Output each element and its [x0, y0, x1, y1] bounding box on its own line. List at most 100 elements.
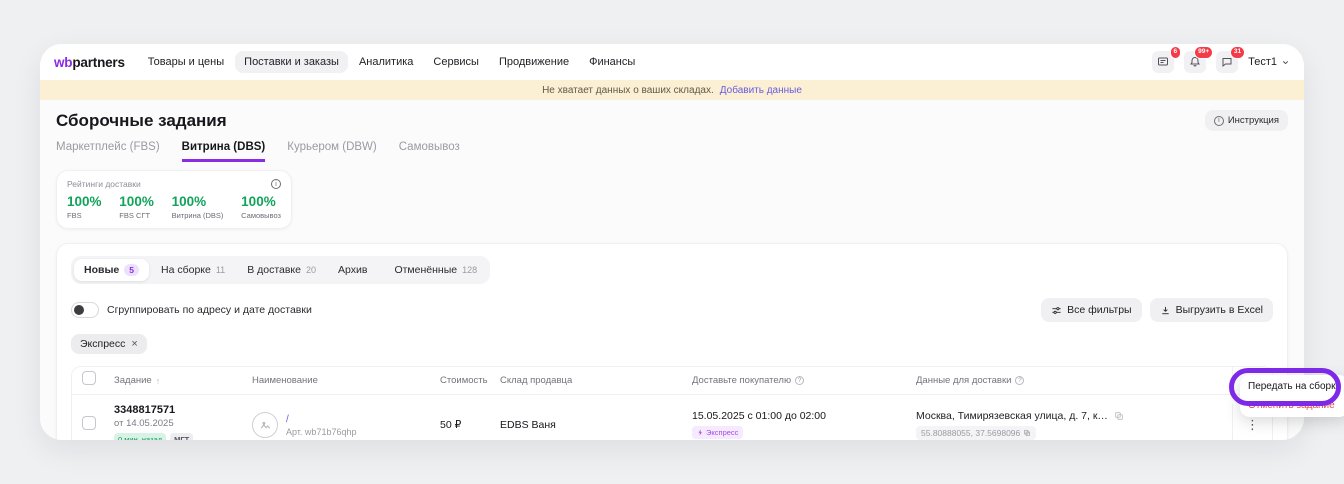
- copy-icon[interactable]: [1114, 411, 1124, 421]
- status-tab-cancelled[interactable]: Отменённые 128: [384, 259, 487, 281]
- menu-item-cancel-task[interactable]: Отменить задание: [1248, 400, 1341, 411]
- help-icon[interactable]: ?: [795, 376, 804, 385]
- banner-add-data-link[interactable]: Добавить данные: [720, 85, 802, 96]
- rating-label: FBS СГТ: [119, 211, 154, 220]
- status-tab-archive[interactable]: Архив: [328, 259, 382, 281]
- rating-value: 100%: [172, 194, 224, 209]
- nav-item-promotion[interactable]: Продвижение: [490, 51, 578, 73]
- delivery-ratings-card: Рейтинги доставки i 100% FBS 100% FBS СГ…: [56, 170, 292, 229]
- status-tab-delivering[interactable]: В доставке 20: [237, 259, 326, 281]
- copy-icon: [1023, 429, 1031, 437]
- sliders-icon: [1051, 305, 1062, 316]
- rating-fbs-sgt: 100% FBS СГТ: [119, 194, 154, 220]
- close-icon[interactable]: ×: [131, 339, 137, 350]
- tasks-table: Задание ↑ Наименование Стоимость Склад пр…: [71, 366, 1273, 440]
- coordinates-chip[interactable]: 55.80888055, 37.5698096: [916, 426, 1036, 440]
- menu-item-transfer-to-assembly[interactable]: Передать на сборку: [1248, 381, 1341, 392]
- status-tab-label: Архив: [338, 264, 367, 276]
- col-price: Стоимость: [440, 375, 500, 386]
- status-tab-count: 11: [216, 265, 225, 275]
- status-tab-label: На сборке: [161, 264, 211, 276]
- sort-icon[interactable]: ↑: [156, 376, 161, 386]
- instruction-label: Инструкция: [1228, 115, 1279, 126]
- rating-label: FBS: [67, 211, 102, 220]
- express-badge: Экспресс: [692, 426, 743, 439]
- col-task[interactable]: Задание: [114, 375, 152, 386]
- status-tab-label: В доставке: [247, 264, 301, 276]
- nav-item-goods-prices[interactable]: Товары и цены: [139, 51, 233, 73]
- group-by-address-toggle[interactable]: Сгруппировать по адресу и дате доставки: [71, 302, 312, 318]
- reviews-button[interactable]: 6: [1152, 51, 1174, 73]
- rating-pickup: 100% Самовывоз: [241, 194, 281, 220]
- table-row[interactable]: 3348817571 от 14.05.2025 0 мин. назад МГ…: [72, 395, 1272, 440]
- banner-text: Не хватает данных о ваших складах.: [542, 85, 714, 96]
- warehouse-cell: EDBS Ваня: [500, 419, 692, 431]
- select-all-checkbox[interactable]: [82, 371, 96, 385]
- app-window: wbpartners Товары и цены Поставки и зака…: [40, 44, 1304, 440]
- top-nav: wbpartners Товары и цены Поставки и зака…: [40, 44, 1304, 80]
- delivery-model-tabs: Маркетплейс (FBS) Витрина (DBS) Курьером…: [56, 141, 1288, 162]
- desktop-background: wbpartners Товары и цены Поставки и зака…: [0, 0, 1344, 484]
- rating-value: 100%: [119, 194, 154, 209]
- delivery-address: Москва, Тимирязевская улица, д. 7, к…: [916, 410, 1108, 422]
- tab-vitrina-dbs[interactable]: Витрина (DBS): [182, 141, 266, 162]
- task-id[interactable]: 3348817571: [114, 404, 244, 416]
- ratings-title: Рейтинги доставки: [67, 179, 141, 189]
- rating-label: Самовывоз: [241, 211, 281, 220]
- filter-chip-express[interactable]: Экспресс ×: [71, 334, 147, 354]
- all-filters-label: Все фильтры: [1067, 304, 1132, 316]
- col-delivery-data: Данные для доставки: [916, 375, 1011, 386]
- chat-badge: 31: [1230, 46, 1245, 59]
- chat-button[interactable]: 31: [1216, 51, 1238, 73]
- status-tab-count: 20: [306, 265, 316, 275]
- export-excel-label: Выгрузить в Excel: [1176, 304, 1263, 316]
- col-warehouse: Склад продавца: [500, 375, 692, 386]
- col-deliver: Доставьте покупателю: [692, 375, 791, 386]
- info-icon: i: [1214, 116, 1224, 126]
- rating-value: 100%: [241, 194, 281, 209]
- help-icon[interactable]: ?: [1015, 376, 1024, 385]
- notifications-button[interactable]: 99+: [1184, 51, 1206, 73]
- page-content: Сборочные задания i Инструкция Маркетпле…: [40, 100, 1304, 440]
- chat-icon: [1221, 56, 1233, 68]
- row-checkbox[interactable]: [82, 416, 96, 430]
- rating-value: 100%: [67, 194, 102, 209]
- user-name: Тест1: [1248, 56, 1277, 68]
- ratings-info-icon[interactable]: i: [271, 179, 281, 189]
- nav-item-finance[interactable]: Финансы: [580, 51, 644, 73]
- logo-partners: partners: [72, 55, 124, 70]
- status-tab-new[interactable]: Новые 5: [74, 259, 149, 281]
- wbpartners-logo[interactable]: wbpartners: [54, 55, 125, 70]
- product-cell: / Арт. wb71b76qhp: [252, 412, 440, 438]
- kebab-menu-icon[interactable]: ⋮: [1246, 417, 1259, 433]
- instruction-button[interactable]: i Инструкция: [1205, 110, 1288, 131]
- download-icon: [1160, 305, 1171, 316]
- nav-item-supplies-orders[interactable]: Поставки и заказы: [235, 51, 348, 73]
- all-filters-button[interactable]: Все фильтры: [1041, 298, 1142, 322]
- col-name: Наименование: [252, 375, 440, 386]
- tab-pickup[interactable]: Самовывоз: [399, 141, 460, 162]
- toggle-track[interactable]: [71, 302, 99, 318]
- rating-vitrina-dbs: 100% Витрина (DBS): [172, 194, 224, 220]
- tab-marketplace-fbs[interactable]: Маркетплейс (FBS): [56, 141, 160, 162]
- toggle-label: Сгруппировать по адресу и дате доставки: [107, 304, 312, 316]
- price-cell: 50 ₽: [440, 419, 500, 431]
- tasks-card: Новые 5 На сборке 11 В доставке 20 Архив: [56, 243, 1288, 440]
- status-tab-assembling[interactable]: На сборке 11: [151, 259, 235, 281]
- nav-item-analytics[interactable]: Аналитика: [350, 51, 422, 73]
- user-menu[interactable]: Тест1: [1248, 56, 1290, 68]
- deliver-cell: 15.05.2025 с 01:00 до 02:00 Экспресс: [692, 410, 916, 441]
- nav-right: 6 99+ 31 Тест1: [1152, 51, 1290, 73]
- product-photo-placeholder: [252, 412, 278, 438]
- status-tabs: Новые 5 На сборке 11 В доставке 20 Архив: [71, 256, 490, 284]
- export-excel-button[interactable]: Выгрузить в Excel: [1150, 298, 1273, 322]
- delivery-data-cell: Москва, Тимирязевская улица, д. 7, к… 55…: [916, 410, 1232, 441]
- task-cell: 3348817571 от 14.05.2025 0 мин. назад МГ…: [114, 404, 252, 440]
- reviews-badge: 6: [1170, 46, 1182, 59]
- product-link[interactable]: /: [286, 414, 356, 425]
- main-menu: Товары и цены Поставки и заказы Аналитик…: [139, 51, 1138, 73]
- chip-label: Экспресс: [80, 338, 125, 350]
- tab-courier-dbw[interactable]: Курьером (DBW): [287, 141, 376, 162]
- mgt-badge: МГТ: [170, 433, 193, 440]
- nav-item-services[interactable]: Сервисы: [424, 51, 488, 73]
